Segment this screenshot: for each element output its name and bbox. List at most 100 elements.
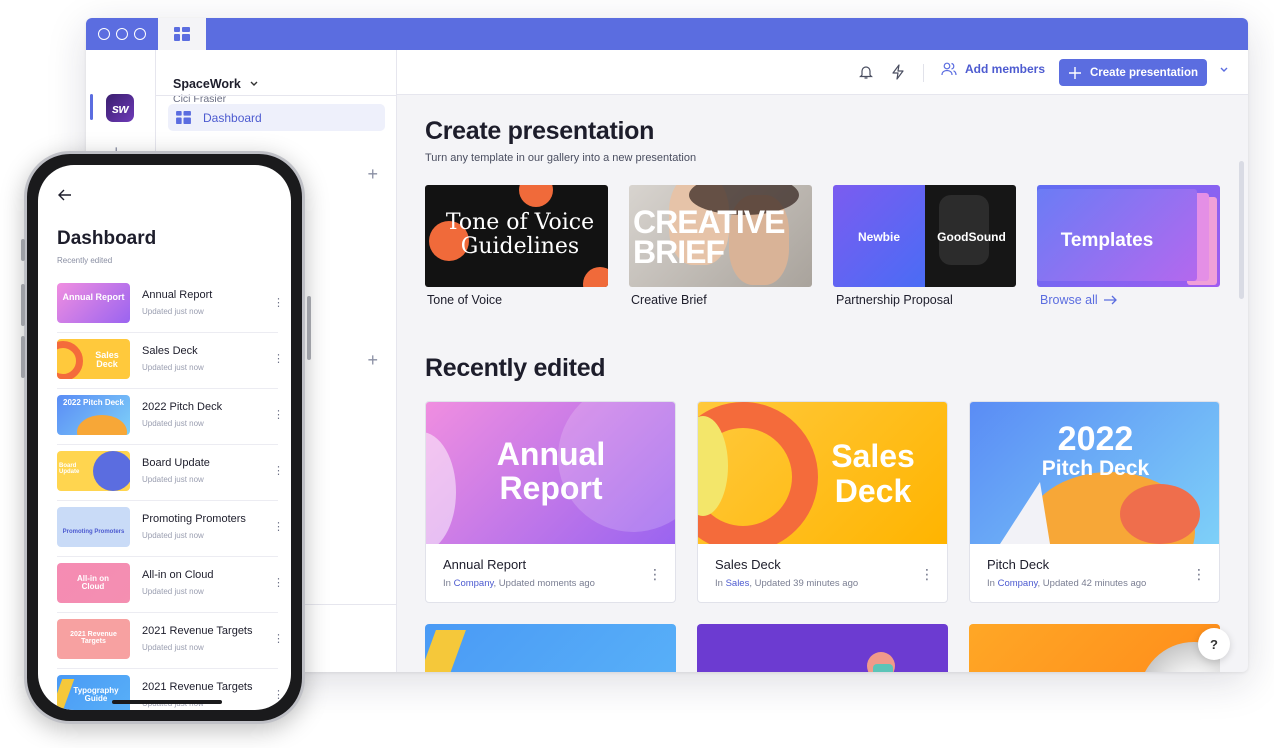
back-arrow-icon[interactable]	[58, 189, 72, 201]
template-creative-brief[interactable]: CREATIVE BRIEF	[629, 185, 812, 287]
card-thumb-line2: Deck	[834, 473, 912, 509]
arrow-right-icon	[1103, 295, 1117, 305]
create-presentation-button[interactable]: Create presentation	[1059, 59, 1207, 86]
presentation-card[interactable]: Annual Report Annual Report In Company, …	[425, 401, 676, 603]
list-item[interactable]: All-in on Cloud All-in on Cloud Updated …	[57, 557, 284, 613]
phone-page-subtitle: Recently edited	[57, 256, 113, 265]
more-options-icon[interactable]: ⋮	[273, 522, 284, 533]
active-indicator	[90, 94, 93, 120]
help-button[interactable]: ?	[1198, 628, 1230, 660]
create-section-title: Create presentation	[425, 117, 655, 145]
phone-page-title: Dashboard	[57, 228, 157, 249]
list-item-updated: Updated just now	[142, 363, 204, 372]
chevron-down-icon[interactable]	[1219, 66, 1229, 74]
folder-link[interactable]: Company	[998, 578, 1038, 589]
list-item[interactable]: Promoting Promoters Promoting Promoters …	[57, 501, 284, 557]
add-item-button[interactable]: +	[367, 350, 378, 371]
browse-all-link[interactable]: Browse all	[1040, 293, 1118, 307]
presentation-card[interactable]	[697, 624, 948, 672]
template-partnership-proposal[interactable]: Newbie GoodSound	[833, 185, 1016, 287]
template-label[interactable]: Tone of Voice	[427, 293, 502, 307]
card-meta-prefix: In	[987, 578, 995, 589]
thumb-text: Promoting Promoters	[62, 529, 125, 535]
more-options-icon[interactable]: ⋮	[273, 410, 284, 421]
close-window-button[interactable]	[98, 28, 110, 40]
list-item-updated: Updated just now	[142, 307, 204, 316]
card-meta: In Company, Updated 42 minutes ago	[987, 578, 1146, 589]
sidebar-item-dashboard[interactable]: Dashboard	[168, 104, 385, 131]
add-members-button[interactable]: Add members	[941, 62, 1045, 76]
card-updated: , Updated moments ago	[493, 578, 595, 589]
list-item-name: Sales Deck	[142, 345, 198, 357]
thumb-text: Annual Report	[62, 292, 125, 302]
more-options-icon[interactable]: ⋮	[273, 466, 284, 477]
list-item[interactable]: Annual Report Annual Report Updated just…	[57, 277, 284, 333]
more-options-icon[interactable]: ⋮	[648, 567, 662, 581]
tab-dashboard[interactable]	[158, 18, 206, 50]
list-item-name: 2022 Pitch Deck	[142, 401, 223, 413]
workspace-switcher[interactable]: SpaceWork	[173, 77, 259, 91]
card-meta-prefix: In	[443, 578, 451, 589]
list-thumbnail: 2022 Pitch Deck	[57, 395, 130, 435]
card-thumb-line1: Annual	[496, 436, 606, 472]
list-item-name: 2021 Revenue Targets	[142, 681, 253, 693]
card-thumb-line1: 2022	[1057, 420, 1134, 458]
more-options-icon[interactable]: ⋮	[273, 354, 284, 365]
card-title: Annual Report	[443, 557, 527, 572]
list-item[interactable]: Board Update Board Update Updated just n…	[57, 445, 284, 501]
more-options-icon[interactable]: ⋮	[273, 578, 284, 589]
presentation-card[interactable]: Sales Deck Sales Deck In Sales, Updated …	[697, 401, 948, 603]
card-meta-prefix: In	[715, 578, 723, 589]
bell-icon[interactable]	[858, 64, 874, 80]
browse-all-label: Browse all	[1040, 293, 1098, 307]
card-title: Sales Deck	[715, 557, 781, 572]
card-updated: , Updated 39 minutes ago	[749, 578, 859, 589]
template-label[interactable]: Partnership Proposal	[836, 293, 953, 307]
maximize-window-button[interactable]	[134, 28, 146, 40]
minimize-window-button[interactable]	[116, 28, 128, 40]
more-options-icon[interactable]: ⋮	[920, 567, 934, 581]
list-item-updated: Updated just now	[142, 587, 204, 596]
workspace-name: SpaceWork	[173, 77, 241, 91]
add-folder-button[interactable]: +	[367, 164, 378, 185]
folder-link[interactable]: Sales	[726, 578, 750, 589]
more-options-icon[interactable]: ⋮	[273, 690, 284, 701]
template-label[interactable]: Creative Brief	[631, 293, 707, 307]
list-item[interactable]: Sales Deck Sales Deck Updated just now ⋮	[57, 333, 284, 389]
list-item-updated: Updated just now	[142, 531, 204, 540]
folder-link[interactable]: Company	[454, 578, 494, 589]
presentation-card[interactable]: 2022 Pitch Deck Pitch Deck In Company, U…	[969, 401, 1220, 603]
thumb-text: Board Update	[59, 463, 80, 475]
main-content: Create presentation Turn any template in…	[397, 95, 1248, 672]
card-thumbnail: Annual Report	[426, 402, 675, 544]
lightning-icon[interactable]	[891, 64, 905, 80]
more-options-icon[interactable]: ⋮	[273, 298, 284, 309]
card-meta: In Sales, Updated 39 minutes ago	[715, 578, 858, 589]
recent-section-title: Recently edited	[425, 354, 606, 382]
list-thumbnail: Sales Deck	[57, 339, 130, 379]
create-section-subtitle: Turn any template in our gallery into a …	[425, 152, 697, 164]
list-thumbnail: Board Update	[57, 451, 130, 491]
card-thumbnail: Sales Deck	[698, 402, 947, 544]
list-item-name: Board Update	[142, 457, 210, 469]
card-thumbnail: 2022 Pitch Deck	[970, 402, 1219, 544]
list-item[interactable]: 2021 Revenue Targets 2021 Revenue Target…	[57, 613, 284, 669]
window-controls	[98, 28, 146, 40]
scrollbar[interactable]	[1239, 161, 1244, 299]
list-item-updated: Updated just now	[142, 419, 204, 428]
presentation-card[interactable]	[425, 624, 676, 672]
template-gallery[interactable]: Templates	[1037, 185, 1220, 287]
more-options-icon[interactable]: ⋮	[1192, 567, 1206, 581]
grid-icon	[174, 27, 190, 41]
thumb-text: 2021 Revenue Targets	[70, 631, 117, 645]
workspace-logo[interactable]: sw	[106, 94, 134, 122]
list-thumbnail: Annual Report	[57, 283, 130, 323]
phone-screen: Dashboard Recently edited Annual Report …	[38, 165, 291, 710]
card-updated: , Updated 42 minutes ago	[1037, 578, 1147, 589]
thumb-text: Sales Deck	[95, 350, 119, 369]
list-item[interactable]: 2022 Pitch Deck 2022 Pitch Deck Updated …	[57, 389, 284, 445]
template-thumb-left: Newbie	[857, 230, 900, 244]
template-tone-of-voice[interactable]: Tone of Voice Guidelines	[425, 185, 608, 287]
more-options-icon[interactable]: ⋮	[273, 634, 284, 645]
presentation-card[interactable]	[969, 624, 1220, 672]
